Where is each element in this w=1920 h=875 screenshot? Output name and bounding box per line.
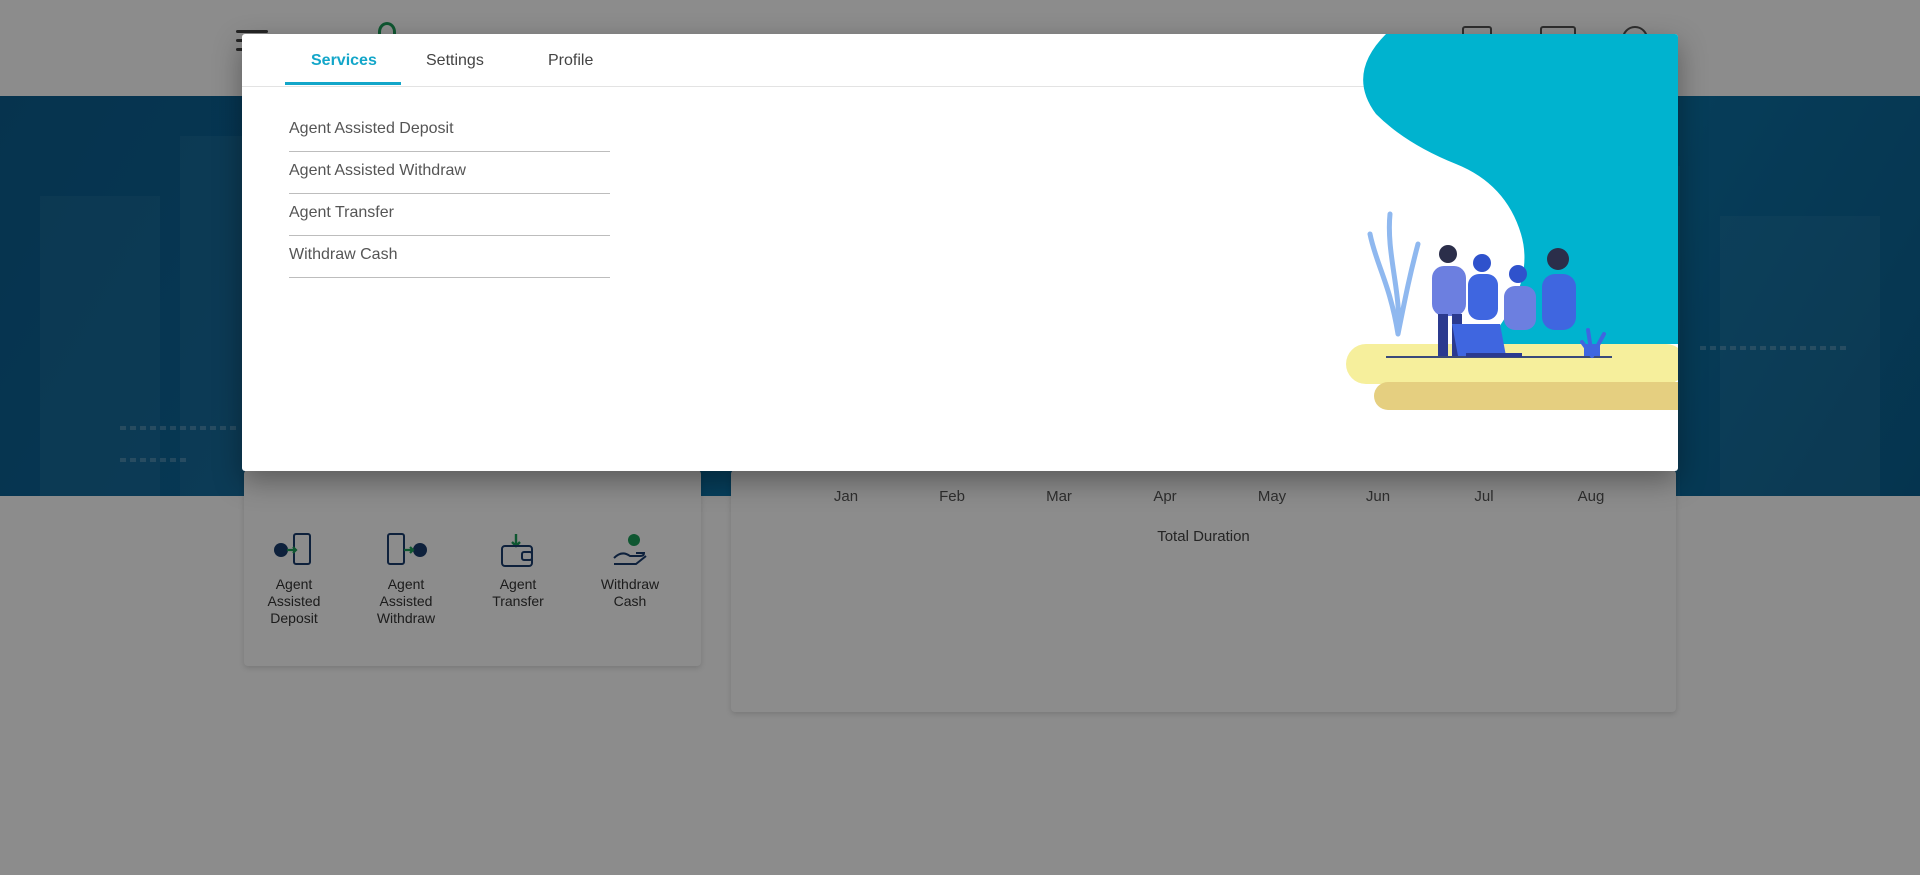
active-tab-indicator xyxy=(285,82,401,85)
tab-settings[interactable]: Settings xyxy=(426,52,484,70)
menu-item-agent-transfer[interactable]: Agent Transfer xyxy=(289,194,610,236)
tab-profile[interactable]: Profile xyxy=(548,52,593,70)
team-at-laptop-illustration xyxy=(1346,34,1678,410)
menu-item-agent-assisted-withdraw[interactable]: Agent Assisted Withdraw xyxy=(289,152,610,194)
menu-item-withdraw-cash[interactable]: Withdraw Cash xyxy=(289,236,610,278)
tab-services[interactable]: Services xyxy=(311,52,377,70)
menu-item-agent-assisted-deposit[interactable]: Agent Assisted Deposit xyxy=(289,110,610,152)
services-menu: Agent Assisted Deposit Agent Assisted Wi… xyxy=(289,110,610,278)
services-modal: Services Settings Profile Agent Assisted… xyxy=(242,34,1678,471)
